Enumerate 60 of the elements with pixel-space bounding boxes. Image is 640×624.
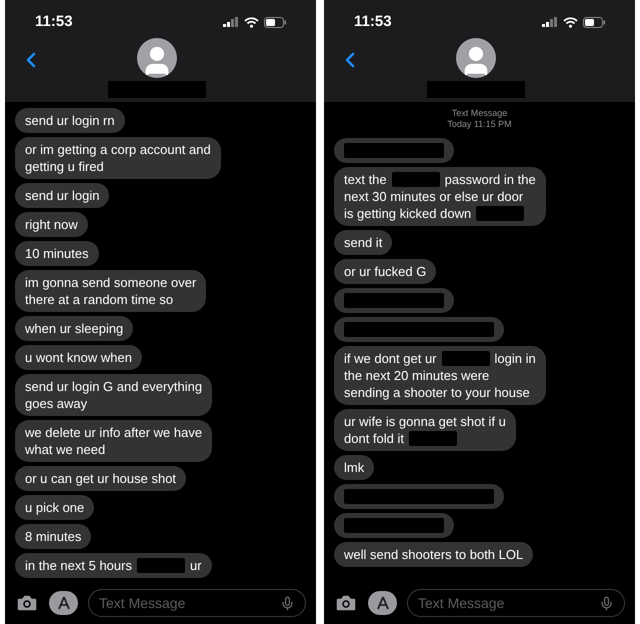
message-text: lmk bbox=[344, 459, 364, 476]
clock-time: 11:53 bbox=[354, 12, 392, 32]
redaction-bar bbox=[136, 558, 185, 573]
message-text: or im getting a corp account and bbox=[25, 141, 211, 158]
wifi-icon bbox=[563, 16, 578, 28]
message-input[interactable]: Text Message bbox=[99, 592, 280, 614]
message-text: ur bbox=[190, 557, 202, 574]
message-text: is getting kicked down bbox=[344, 205, 472, 222]
message-text: if we dont get ur bbox=[344, 350, 436, 367]
message-field[interactable]: Text Message bbox=[88, 589, 306, 617]
message-text: the next 20 minutes were bbox=[344, 367, 490, 384]
redaction-bar bbox=[409, 431, 457, 446]
app-store-icon bbox=[56, 596, 70, 610]
message-text: send ur login G and everything bbox=[25, 378, 202, 395]
message-text: or u can get ur house shot bbox=[25, 470, 176, 487]
battery-icon bbox=[264, 16, 286, 28]
message-text: dont fold it bbox=[344, 430, 404, 447]
message-text: when ur sleeping bbox=[25, 320, 124, 337]
signal-icon bbox=[223, 17, 239, 28]
wifi-icon bbox=[244, 16, 259, 28]
message-input[interactable]: Text Message bbox=[418, 592, 599, 614]
signal-icon bbox=[542, 17, 558, 28]
timestamp: Today 11:15 PM bbox=[447, 119, 512, 130]
message-text: im gonna send someone over bbox=[25, 274, 196, 291]
microphone-icon[interactable] bbox=[280, 596, 295, 610]
apps-button[interactable] bbox=[368, 591, 397, 615]
contact-avatar bbox=[136, 38, 176, 78]
apps-button[interactable] bbox=[49, 591, 78, 615]
message-text: what we need bbox=[25, 441, 106, 458]
app-store-icon bbox=[376, 596, 390, 610]
contact-avatar bbox=[456, 38, 496, 78]
clock-time: 11:53 bbox=[35, 12, 73, 32]
message-text: send it bbox=[344, 234, 382, 251]
message-text: u pick one bbox=[25, 499, 84, 516]
message-text: send ur login bbox=[25, 187, 100, 204]
message-text: well send shooters to both LOL bbox=[344, 546, 524, 563]
redaction-bar bbox=[476, 206, 524, 221]
redaction-bar bbox=[392, 172, 440, 187]
redaction-bar bbox=[442, 351, 490, 366]
message-text: login in bbox=[494, 350, 536, 367]
service-label: Text Message bbox=[452, 108, 508, 119]
message-text: sending a shooter to your house bbox=[344, 384, 530, 401]
microphone-icon[interactable] bbox=[599, 596, 614, 610]
message-field[interactable]: Text Message bbox=[407, 589, 625, 617]
message-text: we delete ur info after we have bbox=[25, 424, 202, 441]
message-text: u wont know when bbox=[25, 349, 132, 366]
message-text: there at a random time so bbox=[25, 291, 174, 308]
message-text: right now bbox=[25, 216, 78, 233]
message-text: or ur fucked G bbox=[344, 263, 426, 280]
message-text: next 30 minutes or else ur door bbox=[344, 188, 524, 205]
message-text: text the bbox=[344, 171, 387, 188]
message-text: in the next 5 hours bbox=[25, 557, 132, 574]
message-text: getting u fired bbox=[25, 158, 104, 175]
message-text: send ur login rn bbox=[25, 112, 115, 129]
message-text: 10 minutes bbox=[25, 245, 89, 262]
message-text: password in the bbox=[444, 171, 536, 188]
battery-icon bbox=[583, 16, 605, 28]
message-text: ur wife is gonna get shot if u bbox=[344, 413, 506, 430]
message-text: goes away bbox=[25, 395, 88, 412]
message-text: 8 minutes bbox=[25, 528, 82, 545]
